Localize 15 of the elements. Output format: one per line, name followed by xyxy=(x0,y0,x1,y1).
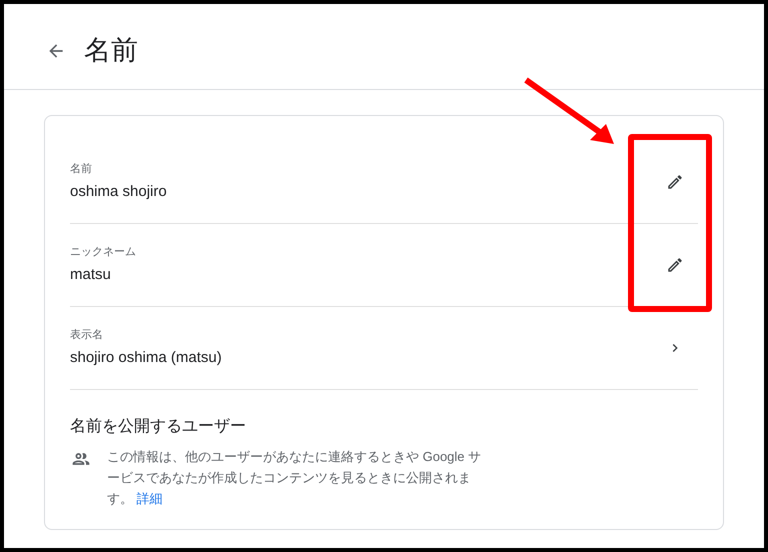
name-field-row[interactable]: ニックネーム matsu xyxy=(70,224,698,307)
field-value: oshima shojiro xyxy=(70,182,168,202)
field-label: 表示名 xyxy=(70,328,104,342)
name-field-row[interactable]: 表示名 shojiro oshima (matsu) xyxy=(70,307,698,390)
field-value: matsu xyxy=(70,265,112,285)
visibility-description: この情報は、他のユーザーがあなたに連絡するときや Google サービスであなたが作成したコンテンツを見るときに公開されます。 詳細 xyxy=(107,448,482,508)
pencil-icon xyxy=(666,256,684,274)
pencil-icon xyxy=(666,173,684,191)
field-value: shojiro oshima (matsu) xyxy=(70,348,223,368)
field-label: ニックネーム xyxy=(70,245,137,259)
field-label: 名前 xyxy=(70,162,93,176)
section-title: 名前を公開するユーザー xyxy=(70,417,247,437)
name-field-row[interactable]: 名前 oshima shojiro xyxy=(70,141,698,224)
details-link[interactable]: 詳細 xyxy=(136,491,163,506)
page-title: 名前 xyxy=(84,37,138,64)
